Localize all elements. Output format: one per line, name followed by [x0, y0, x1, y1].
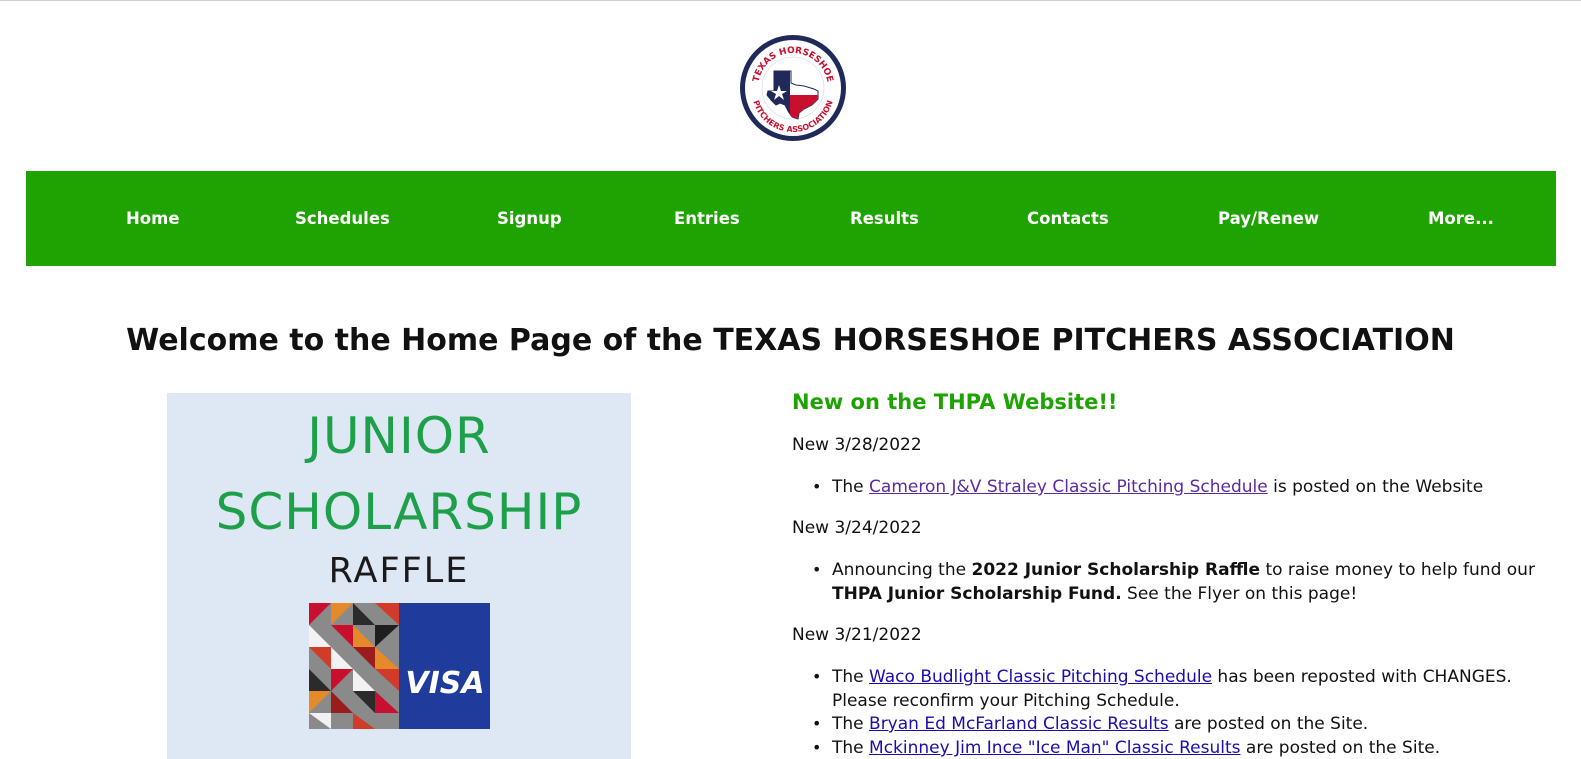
bullet-bold-text: THPA Junior Scholarship Fund.: [832, 584, 1122, 604]
bullet-bold-text: 2022 Junior Scholarship Raffle: [971, 560, 1261, 580]
thpa-logo-emblem: TEXAS HORSESHOE PITCHERS ASSOCIATION: [740, 35, 846, 141]
news-title: New on the THPA Website!!: [792, 390, 1118, 414]
mckinney-results-link[interactable]: Mckinney Jim Ince "Ice Man" Classic Resu…: [869, 738, 1240, 758]
bullet-text: The: [832, 477, 870, 497]
news-date: New 3/21/2022: [792, 625, 922, 645]
nav-pay-renew[interactable]: Pay/Renew: [1218, 171, 1319, 266]
bullet-text: are posted on the Site.: [1240, 738, 1441, 758]
news-bullet: The Bryan Ed McFarland Classic Results a…: [812, 712, 1537, 736]
nav-schedules[interactable]: Schedules: [295, 171, 390, 266]
nav-more[interactable]: More...: [1428, 171, 1494, 266]
bryan-results-link[interactable]: Bryan Ed McFarland Classic Results: [869, 714, 1169, 734]
bullet-text: The: [832, 714, 870, 734]
news-date: New 3/28/2022: [792, 435, 922, 455]
flyer-scholarship-text: SCHOLARSHIP: [215, 483, 583, 541]
bullet-text: Announcing the: [832, 560, 972, 580]
flyer-raffle-text: RAFFLE: [328, 551, 470, 591]
nav-entries[interactable]: Entries: [674, 171, 740, 266]
bullet-text: The: [832, 667, 870, 687]
raffle-flyer-image[interactable]: JUNIOR SCHOLARSHIP RAFFLE VISA: [167, 393, 631, 759]
news-bullet: Announcing the 2022 Junior Scholarship R…: [812, 558, 1537, 606]
nav-signup[interactable]: Signup: [497, 171, 562, 266]
page-title: Welcome to the Home Page of the TEXAS HO…: [126, 323, 1455, 358]
nav-results[interactable]: Results: [850, 171, 919, 266]
bullet-text: are posted on the Site.: [1168, 714, 1369, 734]
flyer-junior-text: JUNIOR: [307, 407, 491, 465]
news-bullet: The Mckinney Jim Ince "Ice Man" Classic …: [812, 736, 1537, 759]
bullet-text: is posted on the Website: [1267, 477, 1484, 497]
news-date: New 3/24/2022: [792, 518, 922, 538]
visa-gift-card-image: VISA: [309, 603, 490, 729]
bullet-text: See the Flyer on this page!: [1121, 584, 1358, 604]
bullet-text: to raise money to help fund our: [1260, 560, 1535, 580]
bullet-text: The: [832, 738, 870, 758]
cameron-schedule-link[interactable]: Cameron J&V Straley Classic Pitching Sch…: [869, 477, 1268, 497]
waco-schedule-link[interactable]: Waco Budlight Classic Pitching Schedule: [869, 667, 1212, 687]
nav-home[interactable]: Home: [126, 171, 180, 266]
thpa-logo[interactable]: TEXAS HORSESHOE PITCHERS ASSOCIATION: [738, 33, 848, 143]
main-navbar: Home Schedules Signup Entries Results Co…: [26, 171, 1556, 266]
visa-brand-text: VISA: [405, 666, 484, 701]
news-bullet: The Waco Budlight Classic Pitching Sched…: [812, 665, 1537, 713]
nav-contacts[interactable]: Contacts: [1027, 171, 1109, 266]
news-bullet: The Cameron J&V Straley Classic Pitching…: [812, 475, 1537, 499]
